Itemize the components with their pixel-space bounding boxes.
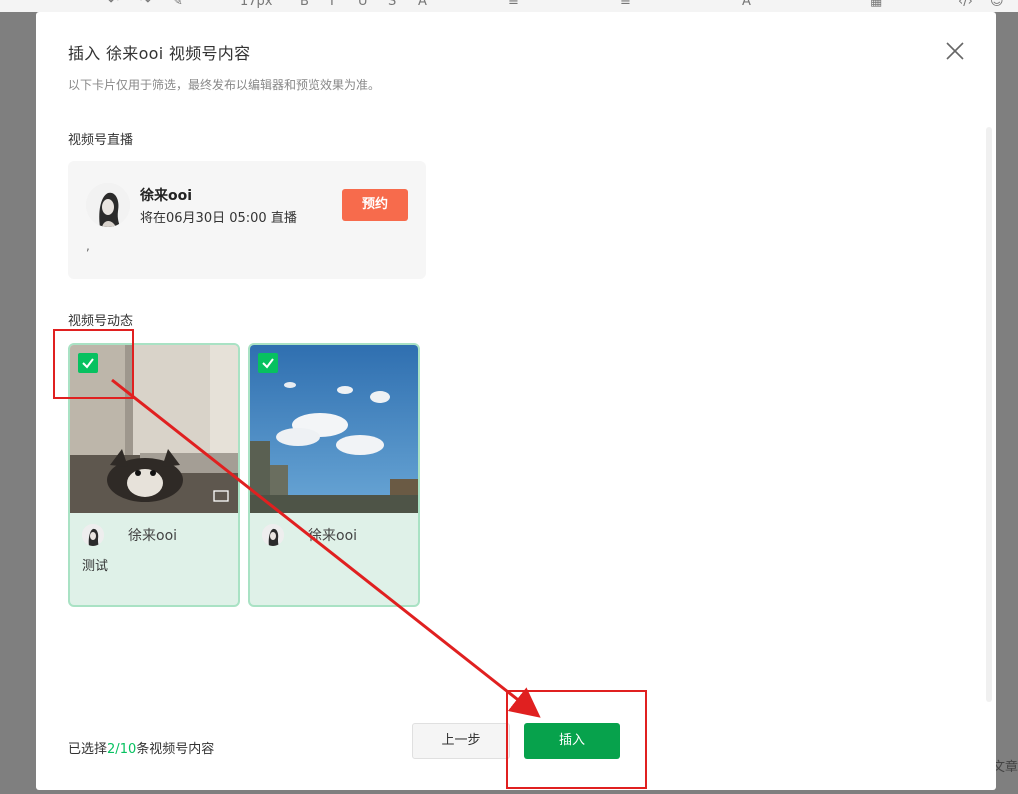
letter-spacing-icon: A [742,0,751,9]
post-author: 徐来ooi [262,523,357,547]
modal-subtitle: 以下卡片仅用于筛选，最终发布以编辑器和预览效果为准。 [68,78,381,92]
underline-icon: U [358,0,368,9]
selection-count-suffix: 条视频号内容 [136,742,215,757]
code-icon: ‹/› [958,0,973,9]
previous-step-button[interactable]: 上一步 [412,723,510,759]
posts-section-label: 视频号动态 [68,314,134,329]
post-author-name: 徐来ooi [308,528,358,544]
align-icon: ≡ [508,0,519,9]
format-brush-icon: ✎ [172,0,183,9]
quote-icon: ❞ [900,0,907,9]
redo-icon: ↷ [140,0,151,9]
live-card: 徐来ooi 将在06月30日 05:00 直播 , 预约 [68,161,426,279]
table-icon: ▦ [870,0,883,9]
italic-icon: I [330,0,334,9]
avatar [86,183,130,227]
post-author: 徐来ooi [82,523,177,547]
editor-toolbar: ↶ ↷ ✎ 17px B I U S A ≡ ≡ A ▦ ❞ ‹/› ☺ [0,0,1018,12]
modal-title: 插入 徐来ooi 视频号内容 [68,44,251,63]
live-section-label: 视频号直播 [68,133,134,148]
selection-count-total: 10 [119,742,137,757]
live-author-name: 徐来ooi [140,188,193,204]
scrollbar[interactable] [986,127,992,702]
post-description: 测试 [82,559,109,574]
bold-icon: B [300,0,309,9]
annotation-box-insert [506,690,647,789]
close-icon[interactable] [944,40,966,62]
selection-count: 已选择2/10条视频号内容 [68,738,214,757]
undo-icon: ↶ [108,0,119,9]
avatar [262,524,284,546]
selection-count-prefix: 已选择 [68,742,108,757]
font-size-value: 17px [240,0,273,9]
avatar [82,524,104,546]
strikethrough-icon: S [388,0,397,9]
post-card[interactable]: 徐来ooi [248,343,420,607]
checkbox-checked-icon[interactable] [258,353,278,373]
live-schedule-time: 将在06月30日 05:00 直播 [140,211,297,226]
live-extra-text: , [86,239,90,253]
insert-channels-modal: 插入 徐来ooi 视频号内容 以下卡片仅用于筛选，最终发布以编辑器和预览效果为准… [36,12,996,790]
reserve-button[interactable]: 预约 [342,189,408,221]
emoji-icon: ☺ [990,0,1004,9]
list-icon: ≡ [620,0,631,9]
annotation-box-checkbox [53,329,134,399]
text-color-icon: A [418,0,427,9]
post-author-name: 徐来ooi [128,528,178,544]
